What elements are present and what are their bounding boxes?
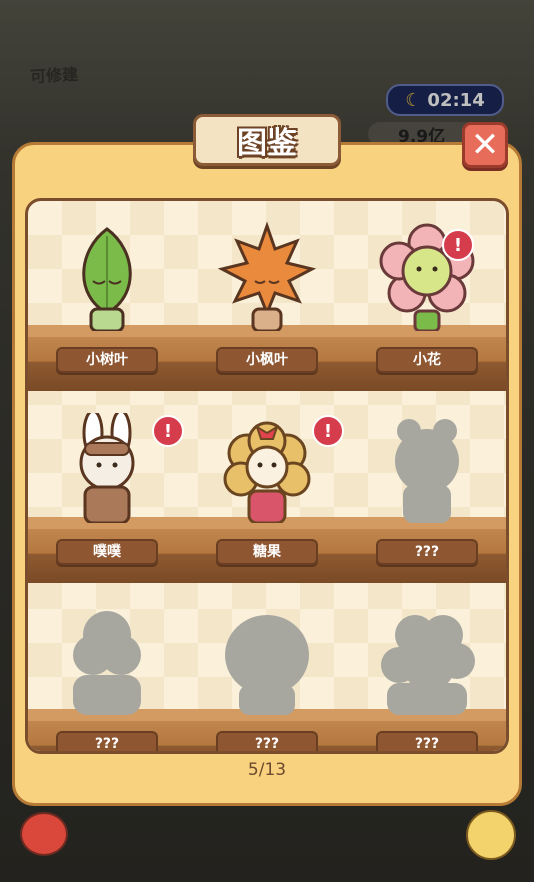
- collection-card-puff[interactable]: ! 噗噗: [28, 393, 186, 583]
- collection-name: 糖果: [216, 539, 318, 565]
- page-indicator: 5/13: [247, 760, 287, 780]
- little-leaf-figure: [82, 227, 132, 331]
- collection-shelf: 小树叶 小枫叶 ! 小花 ! 噗噗 ! 糖果 ??? ??? ??? ???: [25, 198, 509, 754]
- collection-card-locked[interactable]: ???: [348, 393, 506, 583]
- locked-silhouette: [395, 419, 459, 523]
- little-maple-figure: [217, 221, 317, 331]
- new-alert-badge: !: [442, 229, 474, 261]
- shelf-row-2: ! 噗噗 ! 糖果 ???: [28, 393, 506, 583]
- shelf-row-1: 小树叶 小枫叶 ! 小花: [28, 201, 506, 391]
- puff-rabbit-figure: [79, 413, 135, 523]
- locked-silhouette: [381, 615, 475, 715]
- close-button[interactable]: ✕: [462, 122, 508, 168]
- new-alert-badge: !: [312, 415, 344, 447]
- candy-poodle-figure: [223, 421, 311, 523]
- collection-name: ???: [376, 731, 478, 751]
- collection-card-candy[interactable]: ! 糖果: [188, 393, 346, 583]
- backpack-icon[interactable]: [20, 812, 68, 856]
- locked-silhouette: [73, 611, 141, 715]
- collection-name: ???: [56, 731, 158, 751]
- dialog-title-plate: 图鉴: [193, 114, 341, 166]
- collection-card-locked[interactable]: ???: [28, 585, 186, 751]
- emoji-icon[interactable]: [466, 810, 516, 860]
- collection-name: 噗噗: [56, 539, 158, 565]
- locked-silhouette: [225, 615, 309, 715]
- shelf-row-3: ??? ??? ???: [28, 585, 506, 751]
- dialog-title: 图鉴: [237, 126, 297, 161]
- collection-name: 小花: [376, 347, 478, 373]
- collection-name: 小树叶: [56, 347, 158, 373]
- collection-card-locked[interactable]: ???: [188, 585, 346, 751]
- new-alert-badge: !: [152, 415, 184, 447]
- collection-name: ???: [376, 539, 478, 565]
- collection-card-flower[interactable]: ! 小花: [348, 201, 506, 391]
- collection-card-leaf[interactable]: 小树叶: [28, 201, 186, 391]
- collection-card-locked[interactable]: ???: [348, 585, 506, 751]
- collection-card-maple[interactable]: 小枫叶: [188, 201, 346, 391]
- collection-name: ???: [216, 731, 318, 751]
- collection-name: 小枫叶: [216, 347, 318, 373]
